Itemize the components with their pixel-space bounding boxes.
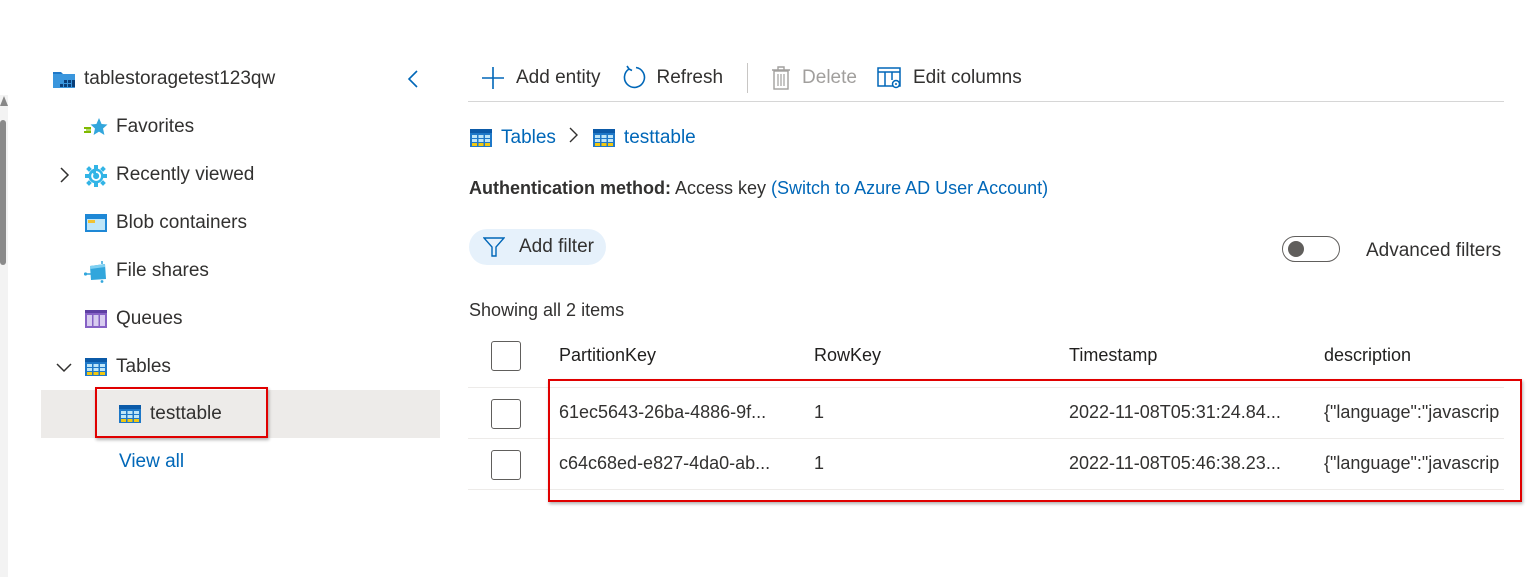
blob-containers-icon xyxy=(84,213,107,233)
add-entity-label: Add entity xyxy=(516,67,601,88)
auth-value: Access key xyxy=(675,178,767,198)
delete-label: Delete xyxy=(802,67,857,88)
storage-account-icon xyxy=(52,69,75,89)
refresh-button[interactable]: Refresh xyxy=(611,58,734,98)
cell-rowkey: 1 xyxy=(814,402,825,422)
refresh-label: Refresh xyxy=(656,67,724,88)
cell-description: {"language":"javascrip xyxy=(1324,453,1500,473)
tables-icon xyxy=(84,357,107,377)
cell-partitionkey: c64c68ed-e827-4da0-ab... xyxy=(559,453,771,473)
cell-description: {"language":"javascrip xyxy=(1324,402,1500,422)
tree-item-favorites[interactable]: Favorites xyxy=(40,103,439,151)
row-checkbox[interactable] xyxy=(491,450,521,480)
advanced-filters-toggle[interactable] xyxy=(1282,236,1340,262)
cell-rowkey: 1 xyxy=(814,453,825,473)
filter-icon xyxy=(483,237,505,257)
auth-label: Authentication method: xyxy=(469,178,671,198)
file-shares-icon xyxy=(83,261,106,283)
table-row[interactable]: c64c68ed-e827-4da0-ab... 1 2022-11-08T05… xyxy=(468,439,1504,490)
add-entity-button[interactable]: Add entity xyxy=(468,58,611,98)
cell-timestamp: 2022-11-08T05:31:24.84... xyxy=(1069,402,1281,422)
plus-icon xyxy=(482,67,504,89)
breadcrumb-chevron-icon xyxy=(568,126,580,150)
tree-item-tables[interactable]: Tables xyxy=(40,343,439,391)
column-header-timestamp[interactable]: Timestamp xyxy=(1069,345,1309,366)
command-bar: Add entity Refresh Delete Edit columns xyxy=(468,55,1504,102)
tables-icon xyxy=(469,128,492,148)
chevron-right-icon[interactable] xyxy=(54,165,74,185)
table-row[interactable]: 61ec5643-26ba-4886-9f... 1 2022-11-08T05… xyxy=(468,388,1504,439)
tree-item-label: testtable xyxy=(150,403,222,424)
cell-timestamp: 2022-11-08T05:46:38.23... xyxy=(1069,453,1281,473)
items-count: Showing all 2 items xyxy=(469,300,625,320)
tree-item-blob-containers[interactable]: Blob containers xyxy=(40,199,439,247)
favorites-star-icon xyxy=(84,117,108,137)
tree-item-label: File shares xyxy=(116,260,209,281)
select-all-checkbox[interactable] xyxy=(491,341,521,371)
toolbar-divider xyxy=(747,63,749,93)
scroll-up-arrow-icon[interactable] xyxy=(0,96,8,106)
tree-item-queues[interactable]: Queues xyxy=(40,295,439,343)
tree-item-label: Blob containers xyxy=(116,212,247,233)
tree-item-file-shares[interactable]: File shares xyxy=(40,247,439,295)
table-icon xyxy=(592,128,615,148)
queues-icon xyxy=(84,309,107,329)
column-header-rowkey[interactable]: RowKey xyxy=(814,345,1044,366)
tree-item-label: Queues xyxy=(116,308,183,329)
entities-grid: PartitionKey RowKey Timestamp descriptio… xyxy=(468,333,1504,490)
add-filter-label: Add filter xyxy=(519,236,594,257)
column-header-description[interactable]: description xyxy=(1324,345,1504,366)
table-icon xyxy=(118,404,141,424)
edit-columns-icon xyxy=(877,67,901,89)
outer-scrollbar-thumb[interactable] xyxy=(0,120,6,265)
column-header-partitionkey[interactable]: PartitionKey xyxy=(559,345,799,366)
edit-columns-label: Edit columns xyxy=(912,67,1022,88)
tree-item-account[interactable]: tablestoragetest123qw xyxy=(52,55,451,103)
switch-auth-link[interactable]: (Switch to Azure AD User Account) xyxy=(771,178,1048,198)
delete-button[interactable]: Delete xyxy=(760,58,867,98)
view-all-label: View all xyxy=(119,451,185,472)
cell-partitionkey: 61ec5643-26ba-4886-9f... xyxy=(559,402,767,422)
tree-item-recently-viewed[interactable]: Recently viewed xyxy=(40,151,439,199)
refresh-icon xyxy=(623,65,645,89)
add-filter-button[interactable]: Add filter xyxy=(469,229,606,265)
tree-item-testtable[interactable]: testtable xyxy=(41,390,440,438)
chevron-down-icon[interactable] xyxy=(54,357,74,377)
advanced-filters-label: Advanced filters xyxy=(1366,240,1502,261)
breadcrumb-testtable-link[interactable]: testtable xyxy=(624,127,696,149)
edit-columns-button[interactable]: Edit columns xyxy=(867,58,1032,98)
authentication-method: Authentication method: Access key (Switc… xyxy=(469,178,1048,199)
row-checkbox[interactable] xyxy=(491,399,521,429)
tree-item-label: Favorites xyxy=(116,116,195,137)
trash-icon xyxy=(772,66,791,90)
breadcrumb-tables-link[interactable]: Tables xyxy=(501,127,556,149)
tree-item-label: Recently viewed xyxy=(116,164,255,185)
view-all-link[interactable]: View all xyxy=(40,438,439,486)
collapse-tree-button[interactable] xyxy=(402,67,426,91)
grid-header-row: PartitionKey RowKey Timestamp descriptio… xyxy=(468,333,1504,388)
chevron-left-icon xyxy=(407,70,418,88)
breadcrumb: Tables testtable xyxy=(469,126,696,150)
tree-item-label: Tables xyxy=(116,356,171,377)
account-name: tablestoragetest123qw xyxy=(84,68,276,89)
recently-viewed-icon xyxy=(84,165,107,187)
toggle-knob xyxy=(1288,241,1304,257)
